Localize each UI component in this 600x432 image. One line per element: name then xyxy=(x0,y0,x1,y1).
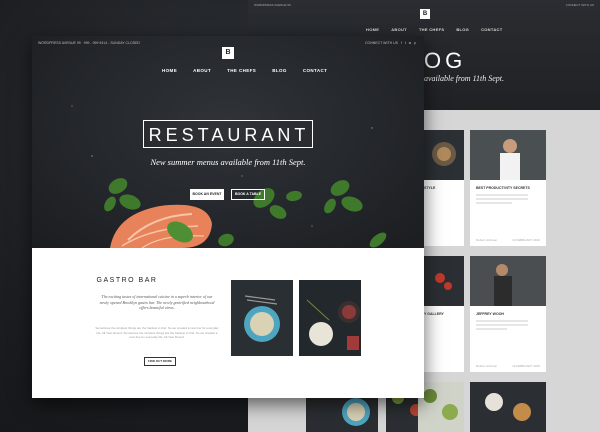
kitchen-image xyxy=(470,256,546,306)
blog-nav-about[interactable]: ABOUT xyxy=(391,27,407,32)
blog-topbar-connect: CONNECT WITH US xyxy=(565,3,594,7)
salad-image xyxy=(423,389,458,420)
card-image xyxy=(470,256,546,306)
hero-title-box: RESTAURANT xyxy=(143,120,313,148)
blog-nav-chefs[interactable]: THE CHEFS xyxy=(419,27,444,32)
blog-nav-contact[interactable]: CONTACT xyxy=(481,27,502,32)
card-author: Robert Johnson xyxy=(476,364,498,368)
salmon-image xyxy=(110,204,212,248)
blog-card[interactable] xyxy=(470,382,546,432)
card-author: Robert Johnson xyxy=(476,238,498,242)
chef-image xyxy=(470,130,546,180)
blog-title: OG xyxy=(424,48,467,73)
background: WORDPRESS AVENUE 99 CONNECT WITH US B HO… xyxy=(0,0,600,432)
ravioli-plate-image xyxy=(231,280,293,356)
book-event-button[interactable]: BOOK AN EVENT xyxy=(190,189,224,200)
card-heading: BEST PRODUCTIVITY SECRETS xyxy=(476,186,530,190)
card-heading: Y GALLERY xyxy=(424,312,444,316)
tomato-image xyxy=(435,273,452,290)
card-image xyxy=(418,256,464,306)
section-body: Sometimes the simplest things are the ha… xyxy=(95,326,219,339)
card-heading: JEFFREY WOOH xyxy=(476,312,504,316)
blog-card[interactable]: BEST PRODUCTIVITY SECRETS Robert Johnson… xyxy=(470,130,546,246)
blog-card[interactable]: STYLE xyxy=(418,130,464,246)
blog-topbar-address: WORDPRESS AVENUE 99 xyxy=(254,3,291,7)
ingredients-photo xyxy=(299,280,361,356)
gastro-bar-section: GASTRO BAR The exciting tastes of intern… xyxy=(32,248,424,398)
card-image xyxy=(470,130,546,180)
card-excerpt xyxy=(476,320,528,330)
food-image xyxy=(485,393,531,421)
card-excerpt xyxy=(476,194,528,204)
blog-card[interactable]: JEFFREY WOOH Robert Johnson 13 FEBRUARY … xyxy=(470,256,546,372)
card-image xyxy=(418,130,464,180)
ingredients-image xyxy=(299,280,361,356)
hero-subtitle: New summer menus available from 11th Sep… xyxy=(150,157,306,167)
hero-section: WORDPRESS AVENUE 99 999 - 999 9414 - SUN… xyxy=(32,36,424,248)
section-title: GASTRO BAR xyxy=(96,277,158,284)
blog-card[interactable]: Y GALLERY xyxy=(418,256,464,372)
blog-nav-blog[interactable]: BLOG xyxy=(456,27,469,32)
plate-image xyxy=(432,142,456,166)
card-date: 13 FEBRUARY 2016 xyxy=(512,364,540,368)
blog-nav-home[interactable]: HOME xyxy=(366,27,379,32)
card-heading: STYLE xyxy=(424,186,436,190)
restaurant-page: WORDPRESS AVENUE 99 999 - 999 9414 - SUN… xyxy=(32,36,424,398)
book-table-button[interactable]: BOOK A TABLE xyxy=(231,189,265,200)
blog-nav: HOME ABOUT THE CHEFS BLOG CONTACT xyxy=(366,27,502,32)
plate-photo xyxy=(231,280,293,356)
hero-title: RESTAURANT xyxy=(148,125,310,145)
blog-subtitle: available from 11th Sept. xyxy=(424,74,504,83)
section-lead: The exciting tastes of international cui… xyxy=(99,294,215,310)
find-out-more-button[interactable]: FIND OUT MORE xyxy=(144,357,176,366)
card-date: 13 FEBRUARY 2016 xyxy=(512,238,540,242)
blog-logo[interactable]: B xyxy=(420,9,430,19)
blog-card[interactable] xyxy=(418,382,464,432)
